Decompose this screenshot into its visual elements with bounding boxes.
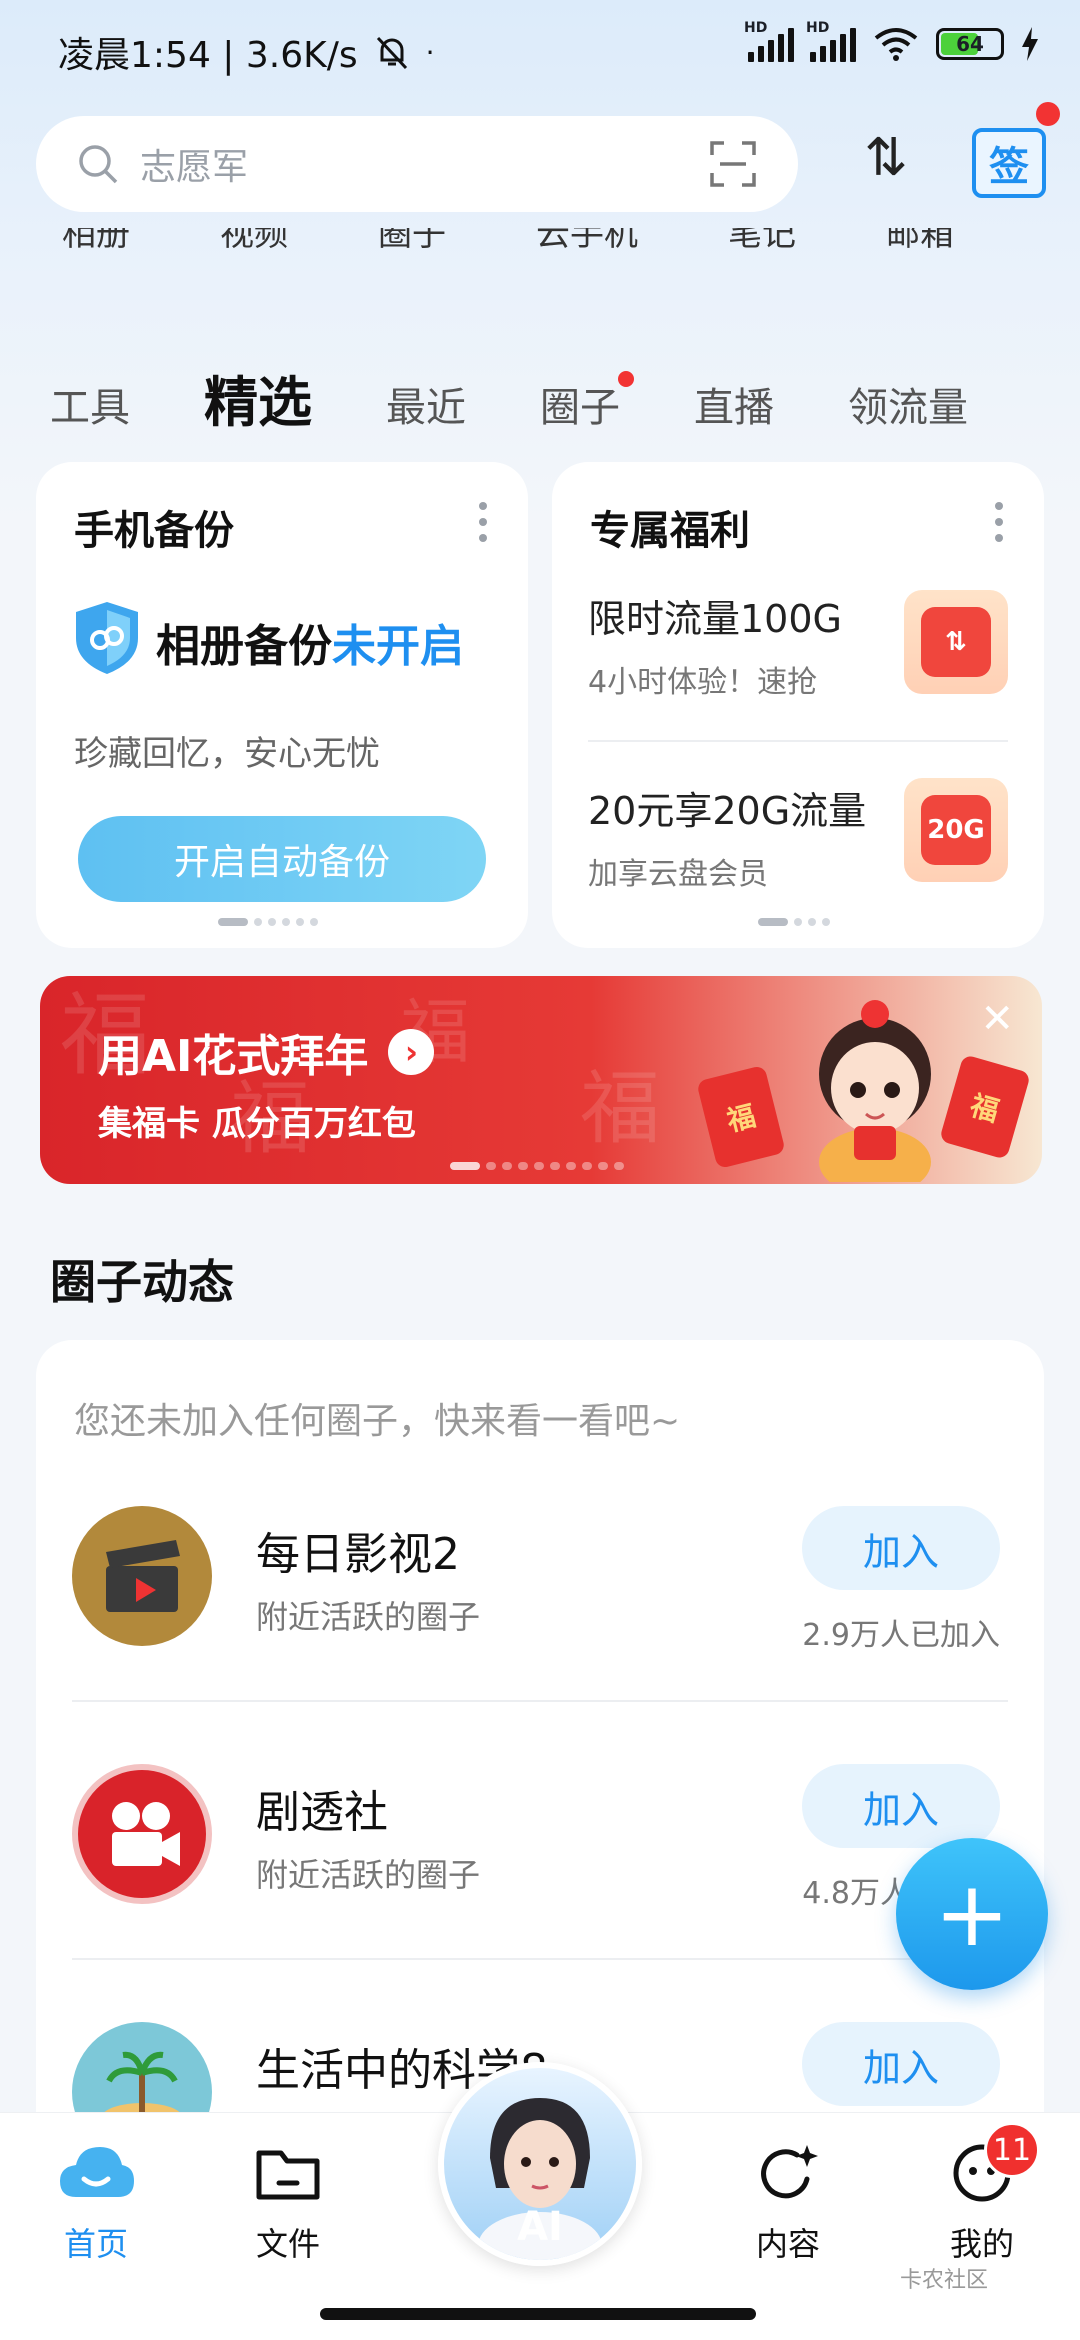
add-button[interactable]: + — [896, 1838, 1048, 1990]
tab-tools[interactable]: 工具 — [50, 375, 130, 433]
mute-bell-icon — [376, 36, 407, 70]
wifi-icon — [874, 28, 918, 61]
shortcut-label[interactable]: 相册 — [62, 228, 130, 254]
more-icon[interactable] — [994, 502, 1004, 542]
tab-red-dot — [618, 371, 634, 387]
backup-description: 珍藏回忆，安心无忧 — [74, 734, 380, 774]
avatar — [72, 1506, 212, 1646]
ai-assistant-button[interactable]: AI — [438, 2062, 642, 2266]
avatar — [72, 1764, 212, 1904]
unread-badge: 11 — [984, 2122, 1040, 2178]
join-button[interactable]: 加入 — [802, 2022, 1000, 2106]
shortcut-label[interactable]: 笔记 — [728, 228, 796, 254]
status-dot: · — [425, 35, 435, 69]
signal-icon: HD — [806, 20, 856, 62]
card-title: 手机备份 — [74, 508, 234, 554]
search-placeholder: 志愿军 — [140, 147, 249, 188]
feed-tabs: 工具 精选 最近 圈子 直播 领流量 — [50, 358, 1042, 437]
search-icon — [79, 145, 118, 184]
shortcut-label[interactable]: 云手机 — [536, 228, 638, 254]
search-bar[interactable]: 志愿军 — [36, 116, 798, 212]
movie-camera-icon — [112, 1802, 180, 1866]
gift-envelope-icon: ⇅ — [904, 590, 1008, 694]
tab-circles[interactable]: 圈子 — [540, 371, 634, 433]
tab-circles-label: 圈子 — [540, 385, 620, 431]
circle-name: 剧透社 — [256, 1787, 388, 1838]
refresh-sparkle-icon — [761, 2145, 818, 2199]
nav-label: 内容 — [755, 2225, 820, 2263]
ai-label: AI — [517, 2204, 563, 2250]
notification-dot — [1036, 102, 1060, 126]
banner-subtitle: 集福卡 瓜分百万红包 — [98, 1104, 416, 1144]
more-icon[interactable] — [478, 502, 488, 542]
member-count: 2.9万人已加入 — [802, 1618, 1000, 1653]
circle-description: 附近活跃的圈子 — [256, 1856, 481, 1894]
nav-label: 我的 — [949, 2225, 1014, 2263]
nav-label: 文件 — [255, 2225, 320, 2263]
home-indicator[interactable] — [320, 2308, 756, 2320]
film-clapper-icon — [106, 1540, 180, 1612]
mascot-girl-image — [819, 1000, 931, 1182]
enable-auto-backup-button[interactable]: 开启自动备份 — [78, 816, 486, 902]
divider — [588, 740, 1008, 742]
sign-in-button[interactable]: 签 — [972, 128, 1046, 198]
banner-pager — [450, 1162, 624, 1170]
divider — [72, 1700, 1008, 1702]
folder-icon — [256, 2150, 320, 2200]
close-icon[interactable]: ✕ — [980, 996, 1014, 1042]
tab-featured[interactable]: 精选 — [204, 358, 312, 437]
watermark: 卡农社区 — [900, 2268, 989, 2293]
shortcut-label[interactable]: 邮箱 — [886, 228, 954, 254]
card-pager — [218, 918, 318, 926]
card-title: 专属福利 — [590, 508, 750, 554]
nav-label: 首页 — [63, 2225, 128, 2263]
nav-home[interactable]: 首页 — [26, 2141, 166, 2265]
data-package-icon: 20G — [904, 778, 1008, 882]
exclusive-benefits-card[interactable]: 专属福利 限时流量100G 4小时体验！速抢 ⇅ 20元享20G流量 加享云盘会… — [552, 462, 1044, 948]
backup-status: 相册备份未开启 — [156, 621, 464, 672]
circle-name: 每日影视2 — [256, 1529, 460, 1580]
card-pager — [758, 918, 830, 926]
signal-icon: HD — [744, 20, 794, 62]
svg-text:福: 福 — [580, 1062, 660, 1155]
battery-icon: 64 — [936, 28, 1004, 60]
tab-live[interactable]: 直播 — [694, 375, 774, 433]
banner-title: 用AI花式拜年 › — [98, 1020, 435, 1084]
phone-backup-card[interactable]: 手机备份 相册备份未开启 珍藏回忆，安心无忧 开启自动备份 — [36, 462, 528, 948]
plus-icon: + — [934, 1861, 1010, 1967]
promo-banner[interactable]: 福 福 福 福 用AI花式拜年 › 集福卡 瓜分百万红包 福 福 ✕ — [40, 976, 1042, 1184]
charging-icon — [1022, 27, 1038, 61]
join-button[interactable]: 加入 — [802, 1506, 1000, 1590]
nav-files[interactable]: 文件 — [218, 2141, 358, 2265]
scan-icon[interactable] — [708, 139, 758, 189]
chevron-right-icon: › — [388, 1029, 435, 1075]
transfer-list-icon[interactable]: ⇅ — [856, 128, 916, 198]
empty-hint: 您还未加入任何圈子，快来看一看吧~ — [74, 1401, 681, 1442]
shortcut-label[interactable]: 圈子 — [378, 228, 446, 254]
status-bar: 凌晨1:54 | 3.6K/s · HD HD 64 — [0, 0, 1080, 100]
divider — [72, 1958, 1008, 1960]
shortcut-row-clipped: 相册 视频 圈子 云手机 笔记 邮箱 — [62, 228, 1080, 258]
tab-free-data[interactable]: 领流量 — [848, 375, 968, 433]
circles-section-title: 圈子动态 — [50, 1255, 234, 1309]
shortcut-label[interactable]: 视频 — [220, 228, 288, 254]
tab-recent[interactable]: 最近 — [386, 375, 466, 433]
list-item[interactable]: 剧透社 附近活跃的圈子 加入 4.8万人已加入 — [72, 1764, 1008, 1984]
nav-content[interactable]: 内容 — [718, 2141, 858, 2265]
circle-description: 附近活跃的圈子 — [256, 1598, 481, 1636]
list-item[interactable]: 每日影视2 附近活跃的圈子 加入 2.9万人已加入 — [72, 1506, 1008, 1726]
join-button[interactable]: 加入 — [802, 1764, 1000, 1848]
cloud-icon — [60, 2147, 134, 2197]
status-time: 凌晨1:54 | 3.6K/s — [58, 35, 358, 76]
shield-icon — [76, 602, 138, 674]
